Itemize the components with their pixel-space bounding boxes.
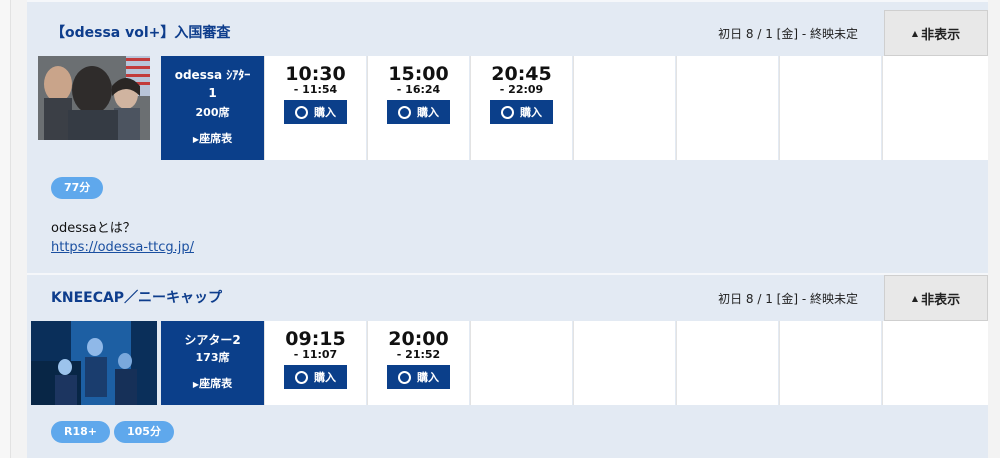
empty-cell [779, 56, 881, 160]
buy-button[interactable]: 購入 [387, 365, 450, 389]
availability-circle-icon [398, 105, 411, 119]
end-time: - 22:09 [499, 83, 544, 96]
film-header: 【odessa vol+】入国審査 初日 8 / 1 [金] - 終映未定 ▲ 非… [27, 10, 988, 56]
hide-button-label: 非表示 [921, 292, 961, 308]
theater-info: シアター2 173席 ▶座席表 [161, 321, 264, 405]
seat-count: 173席 [195, 351, 230, 364]
seatmap-link[interactable]: ▶座席表 [161, 375, 264, 391]
duration-badge: 105分 [114, 421, 174, 443]
showtime-row: シアター2 173席 ▶座席表 09:15 - 11:07 購入 20:00 -… [27, 321, 988, 405]
buy-button[interactable]: 購入 [284, 100, 347, 124]
start-time: 10:30 [285, 63, 346, 85]
end-time: - 21:52 [396, 348, 441, 361]
schedule-list: 【odessa vol+】入国審査 初日 8 / 1 [金] - 終映未定 ▲ 非… [27, 0, 988, 458]
film-title[interactable]: KNEECAP／ニーキャップ [51, 287, 222, 307]
hide-button[interactable]: ▲ 非表示 [884, 275, 988, 321]
start-time: 20:45 [491, 63, 552, 85]
theater-name: シアター2 [184, 333, 241, 347]
showtime-cell: 20:00 - 21:52 購入 [367, 321, 469, 405]
seatmap-label: 座席表 [199, 132, 233, 145]
theater-name: odessa ｼｱﾀｰ1 [174, 68, 251, 100]
buy-label: 購入 [417, 371, 439, 384]
showtime-cell: 20:45 - 22:09 購入 [470, 56, 572, 160]
divider [27, 0, 988, 2]
film-poster[interactable] [38, 56, 150, 140]
triangle-up-icon: ▲ [911, 293, 919, 303]
end-time: - 11:54 [293, 83, 338, 96]
empty-cell [573, 56, 675, 160]
showtime-cell: 10:30 - 11:54 購入 [264, 56, 366, 160]
external-link[interactable]: https://odessa-ttcg.jp/ [51, 240, 194, 255]
availability-circle-icon [398, 370, 411, 384]
hide-button[interactable]: ▲ 非表示 [884, 10, 988, 56]
buy-button[interactable]: 購入 [387, 100, 450, 124]
buy-label: 購入 [417, 106, 439, 119]
showtime-row: odessa ｼｱﾀｰ1 200席 ▶座席表 10:30 - 11:54 購入 … [27, 56, 988, 160]
empty-cell [779, 321, 881, 405]
empty-cell [470, 321, 572, 405]
film-poster[interactable] [31, 321, 157, 405]
showtime-cell: 09:15 - 11:07 購入 [264, 321, 366, 405]
left-gutter [0, 0, 11, 458]
showtime-cell: 15:00 - 16:24 購入 [367, 56, 469, 160]
start-time: 09:15 [285, 328, 346, 350]
buy-label: 購入 [520, 106, 542, 119]
availability-circle-icon [295, 370, 308, 384]
buy-button[interactable]: 購入 [490, 100, 553, 124]
start-time: 20:00 [388, 328, 449, 350]
empty-cell [882, 321, 988, 405]
empty-cell [676, 321, 778, 405]
seatmap-label: 座席表 [199, 377, 233, 390]
empty-cell [882, 56, 988, 160]
buy-label: 購入 [314, 371, 336, 384]
film-title[interactable]: 【odessa vol+】入国審査 [51, 22, 230, 42]
buy-label: 購入 [314, 106, 336, 119]
theater-info: odessa ｼｱﾀｰ1 200席 ▶座席表 [161, 56, 264, 160]
film-block-kneecap: KNEECAP／ニーキャップ 初日 8 / 1 [金] - 終映未定 ▲ 非表示 … [27, 275, 988, 458]
start-time: 15:00 [388, 63, 449, 85]
seat-count: 200席 [195, 106, 230, 119]
tag-list: R18+ 105分 [51, 420, 178, 443]
rating-badge: R18+ [51, 421, 110, 443]
duration-badge: 77分 [51, 177, 104, 199]
triangle-up-icon: ▲ [911, 28, 919, 38]
tag-list: 77分 [51, 176, 107, 199]
empty-cell [573, 321, 675, 405]
film-header: KNEECAP／ニーキャップ 初日 8 / 1 [金] - 終映未定 ▲ 非表示 [27, 275, 988, 321]
end-time: - 16:24 [396, 83, 441, 96]
seatmap-link[interactable]: ▶座席表 [161, 130, 264, 146]
film-block-odessa: 【odessa vol+】入国審査 初日 8 / 1 [金] - 終映未定 ▲ 非… [27, 10, 988, 273]
end-time: - 11:07 [293, 348, 338, 361]
empty-cell [676, 56, 778, 160]
availability-circle-icon [295, 105, 308, 119]
buy-button[interactable]: 購入 [284, 365, 347, 389]
screening-period: 初日 8 / 1 [金] - 終映未定 [718, 292, 858, 306]
availability-circle-icon [501, 105, 514, 119]
screening-period: 初日 8 / 1 [金] - 終映未定 [718, 27, 858, 41]
film-description: odessaとは？ [51, 221, 136, 236]
hide-button-label: 非表示 [921, 27, 961, 43]
